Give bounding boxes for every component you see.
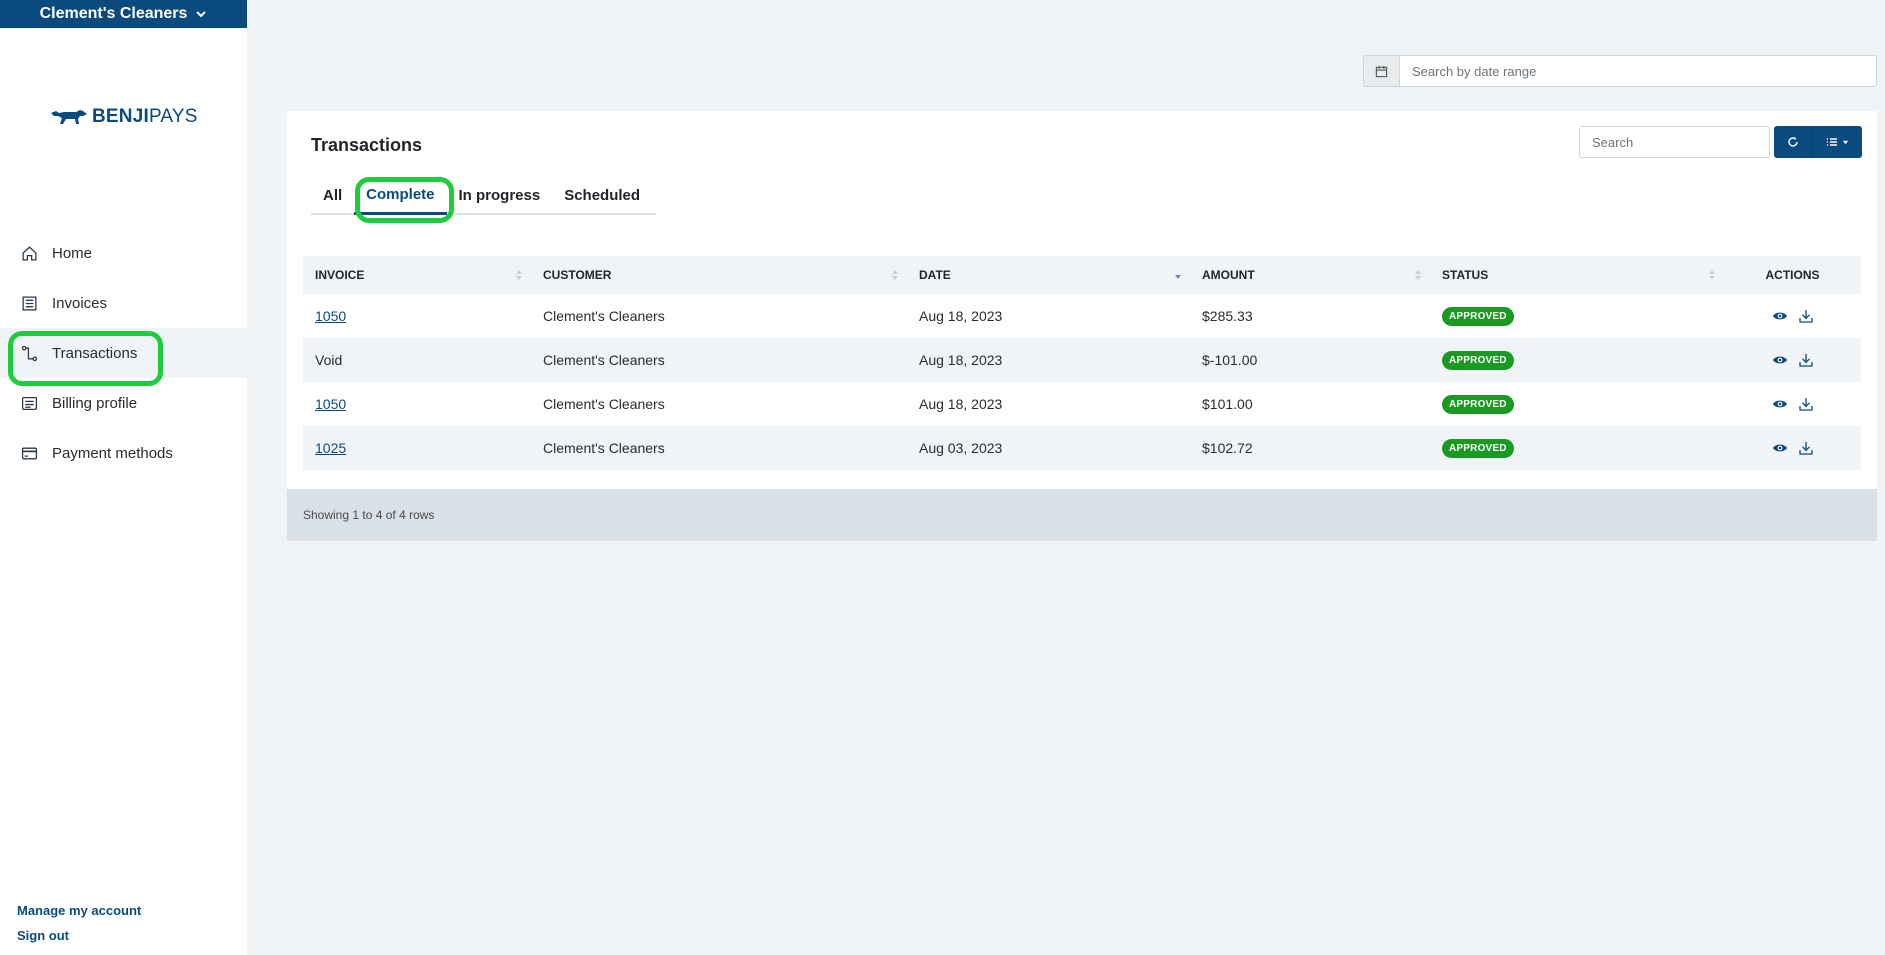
download-button[interactable]	[1798, 396, 1814, 412]
sidebar-nav: Home Invoices Transactions Billing profi…	[0, 228, 247, 478]
company-name: Clement's Cleaners	[39, 5, 188, 22]
table-header: INVOICE CUSTOMER DATE AMOUNT STATUS ACTI…	[303, 256, 1861, 294]
credit-card-icon	[21, 447, 38, 459]
table-row: Void Clement's Cleaners Aug 18, 2023 $-1…	[303, 338, 1861, 382]
sort-icon	[516, 270, 522, 280]
status-badge: APPROVED	[1442, 351, 1514, 370]
tab-scheduled[interactable]: Scheduled	[552, 177, 652, 213]
date-cell: Aug 03, 2023	[919, 440, 1003, 456]
manage-account-link[interactable]: Manage my account	[17, 903, 141, 918]
calendar-icon-button[interactable]	[1364, 56, 1400, 86]
sidebar-item-transactions[interactable]: Transactions	[0, 328, 247, 386]
sidebar-item-home[interactable]: Home	[0, 228, 247, 278]
customer-cell: Clement's Cleaners	[543, 352, 665, 368]
status-badge: APPROVED	[1442, 439, 1514, 458]
view-button[interactable]	[1772, 440, 1788, 456]
sidebar-item-billing-profile[interactable]: Billing profile	[0, 378, 247, 428]
table-row: 1025 Clement's Cleaners Aug 03, 2023 $10…	[303, 426, 1861, 470]
download-icon	[1798, 398, 1813, 411]
view-button[interactable]	[1772, 396, 1788, 412]
account-links: Manage my account Sign out	[17, 903, 141, 943]
invoice-link[interactable]: 1050	[315, 396, 346, 412]
eye-icon	[1772, 312, 1787, 320]
date-range-input[interactable]	[1400, 56, 1876, 86]
amount-cell: $-101.00	[1202, 352, 1258, 368]
date-cell: Aug 18, 2023	[919, 396, 1003, 412]
billing-profile-icon	[21, 396, 38, 410]
sidebar-item-payment-methods[interactable]: Payment methods	[0, 428, 247, 478]
sidebar-item-label: Home	[52, 244, 93, 262]
sidebar-item-label: Payment methods	[52, 444, 173, 462]
transactions-icon	[21, 345, 38, 361]
customer-cell: Clement's Cleaners	[543, 308, 665, 324]
table-row: 1050 Clement's Cleaners Aug 18, 2023 $10…	[303, 382, 1861, 426]
date-cell: Aug 18, 2023	[919, 308, 1003, 324]
invoice-icon	[22, 295, 37, 311]
transactions-card: Transactions All Complete In progress Sc…	[287, 111, 1877, 541]
sort-icon	[892, 270, 898, 280]
eye-icon	[1772, 356, 1787, 364]
invoice-link[interactable]: 1025	[315, 440, 346, 456]
tab-complete[interactable]: Complete	[354, 177, 455, 223]
download-button[interactable]	[1798, 440, 1814, 456]
view-button[interactable]	[1772, 352, 1788, 368]
eye-icon	[1772, 444, 1787, 452]
download-button[interactable]	[1798, 352, 1814, 368]
amount-cell: $285.33	[1202, 308, 1253, 324]
list-icon	[1826, 138, 1837, 146]
refresh-button[interactable]	[1774, 126, 1812, 158]
tab-all[interactable]: All	[311, 177, 354, 213]
table-row: 1050 Clement's Cleaners Aug 18, 2023 $28…	[303, 294, 1861, 338]
customer-cell: Clement's Cleaners	[543, 440, 665, 456]
calendar-icon	[1375, 65, 1388, 77]
download-icon	[1798, 442, 1813, 455]
status-badge: APPROVED	[1442, 307, 1514, 326]
download-icon	[1798, 354, 1813, 367]
transaction-tabs: All Complete In progress Scheduled	[311, 177, 656, 223]
column-header-actions: ACTIONS	[1765, 268, 1820, 282]
status-badge: APPROVED	[1442, 395, 1514, 414]
sort-icon	[1415, 270, 1421, 280]
sidebar-item-label: Billing profile	[52, 394, 138, 412]
chevron-down-icon	[196, 11, 207, 18]
sidebar-item-label: Invoices	[52, 294, 108, 312]
logo-text: BENJIPAYS	[92, 106, 198, 127]
amount-cell: $101.00	[1202, 396, 1253, 412]
column-header-invoice[interactable]: INVOICE	[303, 256, 531, 294]
date-range-search	[1363, 55, 1877, 87]
sign-out-link[interactable]: Sign out	[17, 928, 141, 943]
date-cell: Aug 18, 2023	[919, 352, 1003, 368]
download-icon	[1798, 310, 1813, 323]
amount-cell: $102.72	[1202, 440, 1253, 456]
eye-icon	[1772, 400, 1787, 408]
company-switcher[interactable]: Clement's Cleaners	[0, 0, 247, 28]
sidebar-item-invoices[interactable]: Invoices	[0, 278, 247, 328]
column-header-date[interactable]: DATE	[907, 256, 1190, 294]
transactions-table: INVOICE CUSTOMER DATE AMOUNT STATUS ACTI…	[303, 256, 1861, 470]
sort-desc-icon	[1175, 275, 1181, 279]
dog-logo-icon	[51, 110, 87, 124]
invoice-cell: Void	[315, 352, 343, 368]
table-search-input[interactable]	[1579, 126, 1770, 158]
benjipays-logo[interactable]: BENJIPAYS	[50, 106, 198, 128]
page-title: Transactions	[311, 135, 423, 155]
invoice-link[interactable]: 1050	[315, 308, 346, 324]
view-button[interactable]	[1772, 308, 1788, 324]
pagination-info: Showing 1 to 4 of 4 rows	[287, 489, 1877, 541]
sort-icon	[1709, 270, 1715, 280]
customer-cell: Clement's Cleaners	[543, 396, 665, 412]
column-header-amount[interactable]: AMOUNT	[1190, 256, 1430, 294]
column-header-status[interactable]: STATUS	[1430, 256, 1724, 294]
home-icon	[22, 245, 37, 261]
tab-in-progress[interactable]: In progress	[447, 177, 553, 213]
sidebar: Clement's Cleaners BENJIPAYS Home Invoic…	[0, 0, 247, 955]
table-toolbar	[1774, 126, 1862, 158]
columns-menu-button[interactable]	[1812, 126, 1862, 158]
refresh-icon	[1787, 137, 1798, 147]
caret-down-icon	[1842, 140, 1848, 144]
download-button[interactable]	[1798, 308, 1814, 324]
column-header-customer[interactable]: CUSTOMER	[531, 256, 907, 294]
sidebar-item-label: Transactions	[52, 344, 138, 362]
